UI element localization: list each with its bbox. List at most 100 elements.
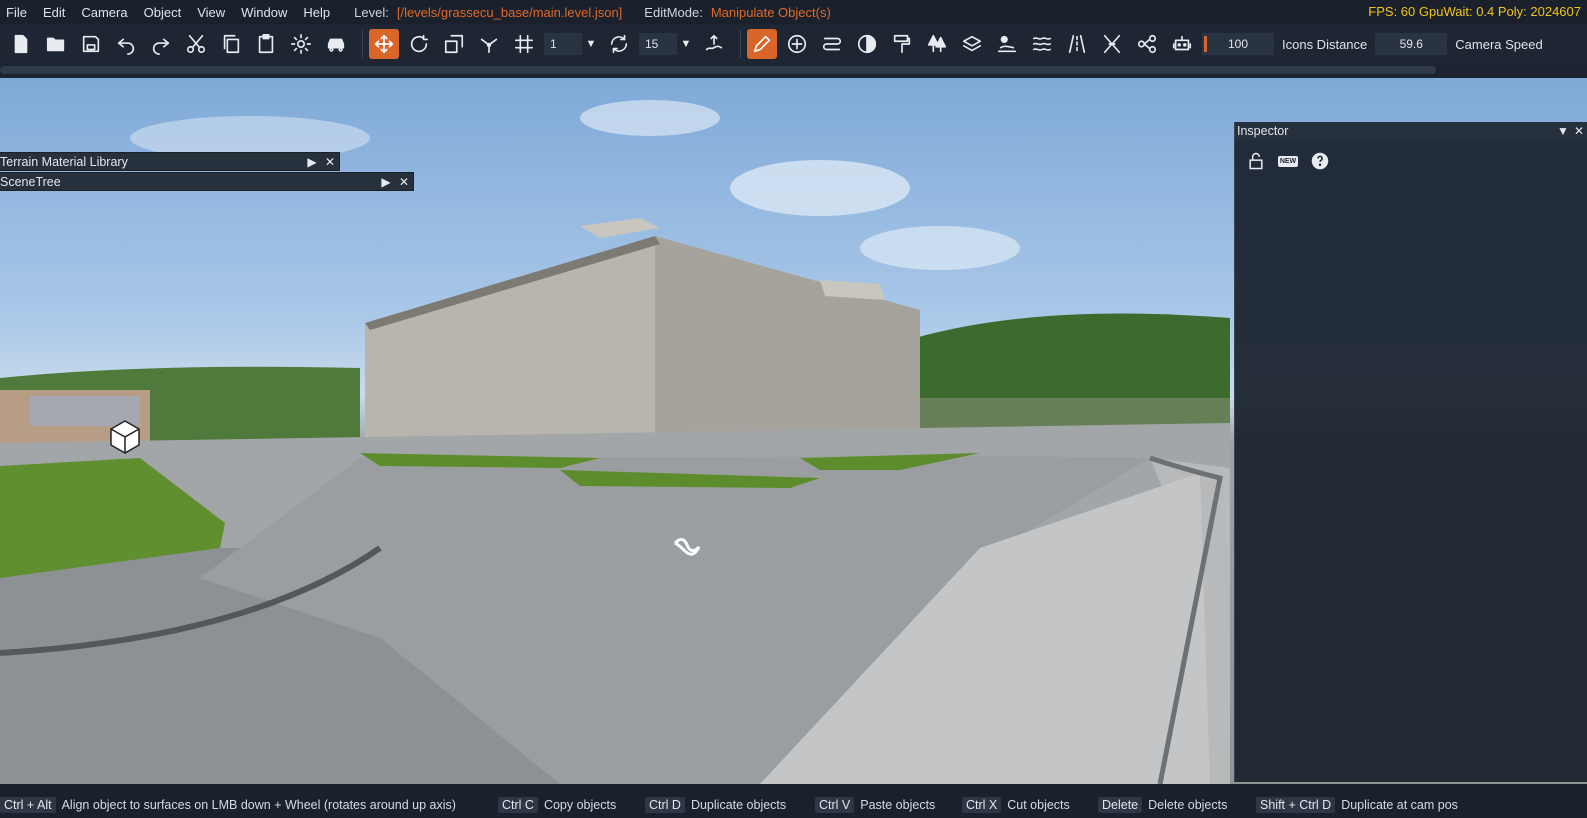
river-editor-button[interactable] [1027, 29, 1057, 59]
material-editor-button[interactable] [852, 29, 882, 59]
shortcut-key: Ctrl + Alt [0, 797, 56, 813]
road-path-icon [822, 37, 842, 51]
panel-title: Terrain Material Library [0, 154, 128, 169]
inspector-panel: Inspector ▼ ✕ NEW [1234, 122, 1587, 782]
plus-circle-icon [787, 34, 807, 54]
rotation-snap-button[interactable] [604, 29, 634, 59]
copy-button[interactable] [216, 29, 246, 59]
camera-speed-field[interactable]: 59.6 [1375, 33, 1448, 55]
create-object-button[interactable] [782, 29, 812, 59]
water-icon [1032, 37, 1052, 51]
shortcut-text: Paste objects [860, 798, 936, 812]
paste-button[interactable] [251, 29, 281, 59]
vehicle-button[interactable] [321, 29, 351, 59]
undo-button[interactable] [111, 29, 141, 59]
scissors-icon [186, 34, 206, 54]
rotation-snap-icon [610, 34, 628, 54]
terrain-paint-button[interactable] [887, 29, 917, 59]
open-folder-button[interactable] [41, 29, 71, 59]
shortcut-hint: Ctrl D Duplicate objects [645, 797, 786, 813]
axis-icon [480, 38, 498, 54]
scene-tree-panel[interactable]: SceneTree ▶ ✕ [0, 172, 414, 191]
menu-help[interactable]: Help [295, 5, 338, 20]
shortcut-key: Ctrl C [498, 797, 538, 813]
expand-icon[interactable]: ▶ [377, 173, 395, 191]
grid-snap-value[interactable]: 1 [544, 33, 582, 55]
redo-button[interactable] [146, 29, 176, 59]
toolbar-scrollbar[interactable] [0, 66, 1436, 74]
scale-icon [444, 34, 464, 54]
shortcut-hint: Ctrl C Copy objects [498, 797, 616, 813]
inspector-title: Inspector [1237, 124, 1289, 138]
camera-speed-label: Camera Speed [1455, 36, 1543, 52]
robot-icon [1172, 35, 1192, 51]
trees-icon [927, 34, 947, 53]
scale-tool-button[interactable] [439, 29, 469, 59]
grid-icon [514, 34, 534, 54]
shortcut-hint: Delete Delete objects [1098, 797, 1228, 813]
icons-distance-field[interactable]: 100 [1202, 33, 1274, 55]
shortcut-hint: Ctrl X Cut objects [962, 797, 1070, 813]
snap-to-terrain-button[interactable] [699, 29, 729, 59]
terrain-material-library-panel[interactable]: Terrain Material Library ▶ ✕ [0, 152, 340, 171]
shortcut-hint: Shift + Ctrl D Duplicate at cam pos [1256, 797, 1458, 813]
save-icon [82, 35, 100, 53]
new-file-button[interactable] [6, 29, 36, 59]
menu-edit[interactable]: Edit [35, 5, 73, 20]
terrain-snap-icon [705, 34, 723, 51]
grid-snap-button[interactable] [509, 29, 539, 59]
road-icon [1068, 34, 1086, 54]
decal-road-button[interactable] [1062, 29, 1092, 59]
new-icon: NEW [1277, 155, 1299, 167]
toolbar-separator [362, 30, 363, 58]
performance-stats: FPS: 60 GpuWait: 0.4 Poly: 2024607 [1368, 4, 1581, 19]
close-icon[interactable]: ✕ [395, 173, 413, 191]
menu-window[interactable]: Window [233, 5, 295, 20]
expand-icon[interactable]: ▶ [303, 153, 321, 171]
redo-icon [152, 38, 170, 55]
terrain-editor-button[interactable] [992, 29, 1022, 59]
shortcut-text: Delete objects [1148, 798, 1228, 812]
cut-button[interactable] [181, 29, 211, 59]
close-icon[interactable]: ✕ [321, 153, 339, 171]
move-arrows-icon [374, 34, 394, 54]
menu-bar: File Edit Camera Object View Window Help… [0, 0, 1587, 24]
object-edit-button[interactable] [747, 29, 777, 59]
align-tool-button[interactable] [474, 29, 504, 59]
help-icon [1311, 152, 1329, 170]
road-editor-button[interactable] [817, 29, 847, 59]
lock-icon [1249, 152, 1263, 170]
pencil-icon [753, 35, 771, 53]
inspector-header[interactable]: Inspector ▼ ✕ [1235, 122, 1587, 140]
layers-button[interactable] [957, 29, 987, 59]
forest-editor-button[interactable] [922, 29, 952, 59]
menu-camera[interactable]: Camera [73, 5, 135, 20]
chevron-down-icon[interactable]: ▼ [584, 33, 598, 55]
shortcut-key: Ctrl V [815, 797, 855, 813]
lock-button[interactable] [1245, 150, 1267, 172]
navigation-button[interactable] [1132, 29, 1162, 59]
chevron-down-icon[interactable]: ▼ [679, 33, 693, 55]
rotate-tool-button[interactable] [404, 29, 434, 59]
paint-roller-icon [893, 34, 911, 54]
rotation-snap-value[interactable]: 15 [639, 33, 677, 55]
menu-file[interactable]: File [0, 5, 35, 20]
status-bar: Ctrl + Alt Align object to surfaces on LM… [0, 784, 1587, 818]
layers-icon [962, 35, 982, 52]
translate-tool-button[interactable] [369, 29, 399, 59]
settings-button[interactable] [286, 29, 316, 59]
node-graph-icon [1137, 34, 1157, 54]
ai-editor-button[interactable] [1167, 29, 1197, 59]
new-button[interactable]: NEW [1277, 150, 1299, 172]
panel-title: SceneTree [0, 174, 61, 189]
collapse-icon[interactable]: ▼ [1555, 124, 1571, 138]
folder-open-icon [46, 37, 65, 52]
save-button[interactable] [76, 29, 106, 59]
menu-object[interactable]: Object [136, 5, 190, 20]
mesh-road-button[interactable] [1097, 29, 1127, 59]
undo-icon [117, 38, 135, 55]
close-icon[interactable]: ✕ [1571, 124, 1587, 138]
help-button[interactable] [1309, 150, 1331, 172]
menu-view[interactable]: View [189, 5, 233, 20]
shortcut-key: Ctrl X [962, 797, 1002, 813]
